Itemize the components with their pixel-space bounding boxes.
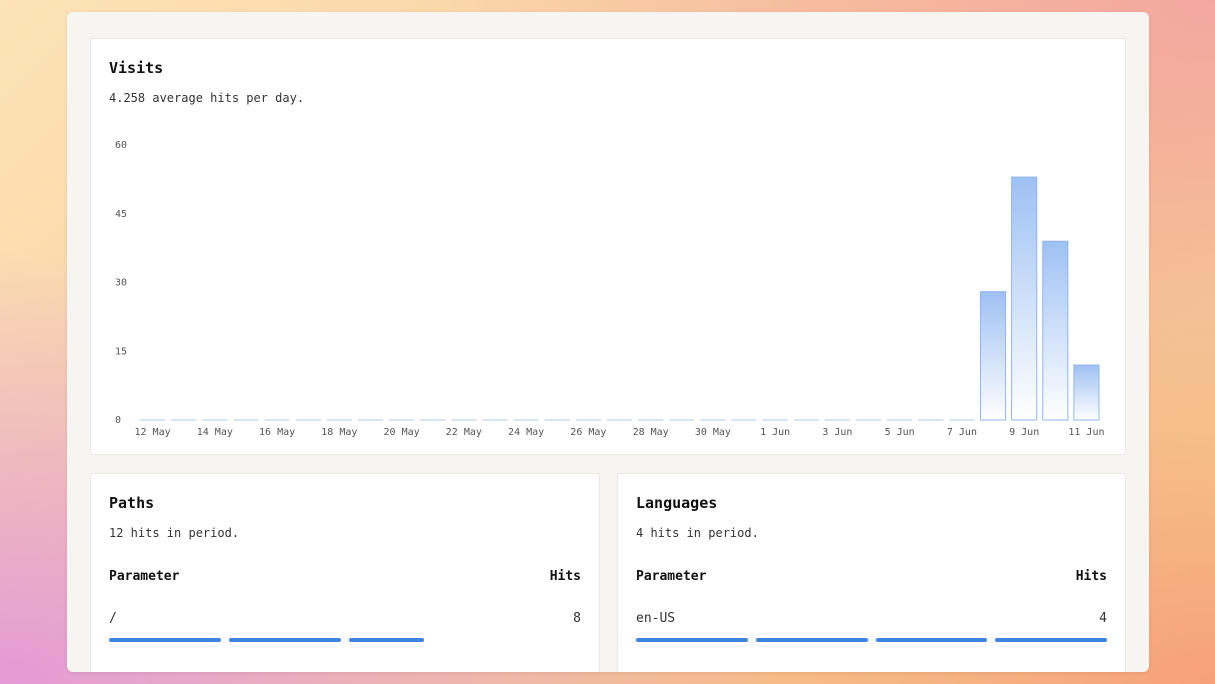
languages-card: Languages 4 hits in period. Parameter Hi… <box>617 473 1126 672</box>
hits-bar-segment <box>109 638 221 642</box>
languages-col-hits: Hits <box>1075 569 1107 584</box>
table-row[interactable]: en-US 4 <box>636 611 1107 626</box>
hits-bar-segment <box>636 638 748 642</box>
languages-title: Languages <box>636 494 718 512</box>
visits-bar[interactable] <box>1073 364 1100 421</box>
x-tick-label: 3 Jun <box>822 427 852 438</box>
y-tick-label: 45 <box>115 209 127 220</box>
languages-col-parameter: Parameter <box>636 569 707 584</box>
x-tick-label: 20 May <box>384 427 420 438</box>
x-tick-label: 5 Jun <box>885 427 915 438</box>
table-row[interactable]: / 8 <box>109 611 581 626</box>
hits-bar-segment <box>995 638 1107 642</box>
x-tick-label: 12 May <box>135 427 171 438</box>
paths-card: Paths 12 hits in period. Parameter Hits … <box>90 473 600 672</box>
hits-bar-segment <box>755 638 868 642</box>
y-tick-label: 30 <box>115 278 127 289</box>
x-tick-label: 28 May <box>633 427 669 438</box>
dashboard-panel: Visits 4.258 average hits per day. 0 15 30… <box>67 12 1149 672</box>
path-hits-bar <box>109 638 581 642</box>
x-tick-label: 1 Jun <box>760 427 790 438</box>
path-hits: 8 <box>573 611 581 626</box>
visits-bar[interactable] <box>1011 176 1038 421</box>
x-tick-label: 11 Jun <box>1068 427 1104 438</box>
x-tick-label: 24 May <box>508 427 544 438</box>
language-hits: 4 <box>1099 611 1107 626</box>
languages-table-header: Parameter Hits <box>636 569 1107 584</box>
x-tick-label: 26 May <box>570 427 606 438</box>
language-hits-bar <box>636 638 1107 642</box>
paths-col-hits: Hits <box>549 569 581 584</box>
visits-bar[interactable] <box>979 291 1007 421</box>
x-tick-label: 7 Jun <box>947 427 977 438</box>
hits-bar-segment <box>229 638 341 642</box>
language-parameter: en-US <box>636 611 676 626</box>
visits-bar[interactable] <box>1042 240 1069 421</box>
x-tick-label: 14 May <box>197 427 233 438</box>
x-tick-label: 22 May <box>446 427 482 438</box>
path-parameter: / <box>109 611 117 626</box>
hits-bar-segment <box>875 638 988 642</box>
x-tick-label: 30 May <box>695 427 731 438</box>
y-tick-label: 60 <box>115 140 127 151</box>
paths-col-parameter: Parameter <box>109 569 180 584</box>
languages-subtitle: 4 hits in period. <box>636 526 759 540</box>
x-tick-label: 9 Jun <box>1009 427 1039 438</box>
y-tick-label: 0 <box>115 415 121 426</box>
y-tick-label: 15 <box>115 346 127 357</box>
x-tick-label: 18 May <box>321 427 357 438</box>
hits-bar-segment <box>349 638 424 642</box>
paths-subtitle: 12 hits in period. <box>109 526 240 540</box>
visits-chart: 0 15 30 45 60 12 May 14 May 16 May 18 May 20 May… <box>115 140 1104 438</box>
x-tick-label: 16 May <box>259 427 295 438</box>
paths-table-header: Parameter Hits <box>109 569 581 584</box>
paths-title: Paths <box>109 494 155 512</box>
visits-card: Visits 4.258 average hits per day. 0 15 30… <box>90 38 1126 455</box>
